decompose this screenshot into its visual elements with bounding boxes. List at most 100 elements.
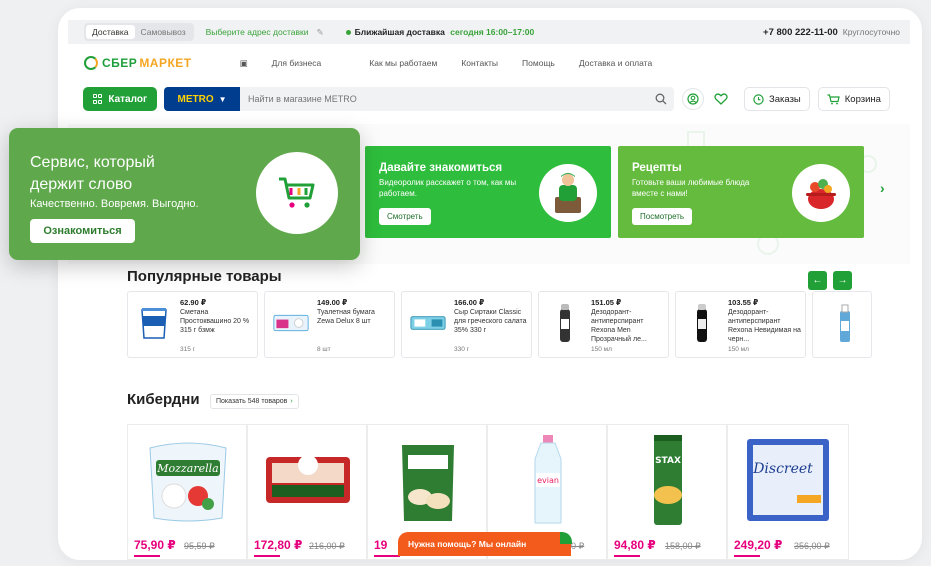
courier-illustration: [539, 164, 597, 222]
tab-pickup[interactable]: Самовывоз: [135, 25, 192, 39]
svg-text:Discreet: Discreet: [752, 461, 813, 477]
deal-old-price: 95,59 ₽: [184, 541, 215, 551]
nav-item-delivery-payment[interactable]: Доставка и оплата: [579, 58, 652, 69]
sbermarket-logo[interactable]: СБЕР МАРКЕТ: [84, 56, 192, 70]
search-input[interactable]: [240, 87, 648, 111]
product-image-sausage: [258, 433, 358, 527]
chevron-down-icon: ▼: [218, 94, 227, 104]
product-name: Дезодорант-антиперспирант Rexona Men Про…: [591, 309, 647, 343]
product-card[interactable]: 103.55 ₽ Дезодорант-антиперспирант Rexon…: [675, 291, 806, 358]
product-qty: 8 шт: [317, 346, 331, 353]
nav-item-business[interactable]: ▣ Для бизнеса: [240, 58, 346, 69]
product-price: 166.00 ₽: [454, 298, 485, 307]
product-name: Сметана Простоквашино 20 % 315 г бзмж: [180, 309, 250, 334]
banner-text: Видеоролик расскажет о том, как мы работ…: [379, 178, 517, 198]
cart-button[interactable]: Корзина: [817, 87, 890, 111]
banner-text: Готовьте ваши любимые блюда вместе с нам…: [632, 178, 750, 198]
deal-old-price: 216,00 ₽: [309, 541, 345, 551]
product-qty: 150 мл: [728, 346, 749, 353]
nearest-delivery: Ближайшая доставка сегодня 16:00–17:00: [355, 27, 535, 37]
clock-icon: [753, 93, 764, 105]
cart-label: Корзина: [844, 93, 881, 105]
promo-title: Сервис, который держит слово: [30, 154, 155, 193]
phone-number[interactable]: +7 800 222-11-00: [763, 27, 838, 38]
deal-old-price: 356,00 ₽: [794, 541, 830, 551]
product-image: [547, 304, 583, 342]
chevron-right-icon: ›: [290, 398, 293, 405]
svg-text:Mozzarella: Mozzarella: [156, 462, 218, 475]
page: Доставка Самовывоз Выберите адрес достав…: [68, 20, 910, 560]
nav-item-how-we-work[interactable]: Как мы работаем: [369, 58, 437, 69]
product-price: 151.05 ₽: [591, 298, 622, 307]
search-icon[interactable]: [648, 87, 674, 111]
nearest-delivery-label: Ближайшая доставка: [354, 27, 445, 37]
product-card[interactable]: 62.90 ₽ Сметана Простоквашино 20 % 315 г…: [127, 291, 258, 358]
profile-icon[interactable]: [682, 88, 704, 110]
orders-button[interactable]: Заказы: [744, 87, 810, 111]
view-button[interactable]: Посмотреть: [632, 208, 693, 225]
logo-text-market: МАРКЕТ: [139, 56, 192, 70]
briefcase-icon: ▣: [239, 57, 248, 68]
top-info-bar: Доставка Самовывоз Выберите адрес достав…: [68, 20, 910, 44]
grid-icon: [92, 94, 103, 104]
banner-recipes[interactable]: Рецепты Готовьте ваши любимые блюда вмес…: [618, 146, 864, 238]
arrow-left-icon[interactable]: ←: [808, 271, 827, 290]
discount-bar: [134, 555, 160, 557]
sber-logo-icon: [84, 56, 98, 70]
product-image: [136, 304, 172, 342]
top-nav: ▣ Для бизнеса Как мы работаем Контакты По…: [240, 58, 677, 69]
help-chat-button[interactable]: Нужна помощь? Мы онлайн: [398, 532, 571, 556]
product-card[interactable]: 166.00 ₽ Сыр Сиртаки Classic для греческ…: [401, 291, 532, 358]
product-card-partial[interactable]: [812, 291, 872, 358]
chevron-right-icon[interactable]: ›: [880, 180, 885, 196]
browser-frame: Доставка Самовывоз Выберите адрес достав…: [58, 8, 922, 560]
product-name: Туалетная бумага Zewa Delux 8 шт: [317, 309, 375, 325]
product-name: Сыр Сиртаки Classic для греческого салат…: [454, 309, 527, 334]
catalog-label: Каталог: [108, 93, 148, 105]
cart-illustration: [256, 152, 338, 234]
product-image-evian: evian: [498, 433, 598, 527]
status-dot-icon: [345, 29, 351, 35]
product-card[interactable]: 151.05 ₽ Дезодорант-антиперспирант Rexon…: [538, 291, 669, 358]
choose-address-link[interactable]: Выберите адрес доставки: [206, 27, 309, 37]
deal-card[interactable]: STAX 94,80 ₽ 158,00 ₽: [607, 424, 727, 560]
product-qty: 330 г: [454, 346, 470, 353]
arrow-right-icon[interactable]: →: [833, 271, 852, 290]
promo-subtitle: Качественно. Вовремя. Выгодно.: [30, 198, 199, 210]
store-name: METRO: [177, 93, 214, 105]
product-name: Дезодорант-антиперспирант Rexona Невидим…: [728, 309, 801, 343]
nav-item-help[interactable]: Помощь: [522, 58, 555, 69]
store-selector[interactable]: METRO ▼: [164, 87, 240, 111]
nav-item-contacts[interactable]: Контакты: [461, 58, 498, 69]
learn-more-button[interactable]: Ознакомиться: [30, 219, 135, 243]
product-qty: 315 г: [180, 346, 196, 353]
watch-button[interactable]: Смотреть: [379, 208, 431, 225]
deal-price: 172,80 ₽: [254, 538, 303, 552]
deal-card[interactable]: Discreet 249,20 ₽ 356,00 ₽: [727, 424, 849, 560]
search-bar: METRO ▼: [164, 87, 674, 111]
kiberdni-title: Кибердни: [127, 391, 200, 408]
deal-card[interactable]: 172,80 ₽ 216,00 ₽: [247, 424, 367, 560]
discount-bar: [614, 555, 640, 557]
catalog-button[interactable]: Каталог: [83, 87, 157, 111]
discount-bar: [254, 555, 280, 557]
svg-text:evian: evian: [537, 476, 559, 485]
header-nav-row: СБЕР МАРКЕТ ▣ Для бизнеса Как мы работаем…: [68, 52, 910, 74]
product-card[interactable]: 149.00 ₽ Туалетная бумага Zewa Delux 8 ш…: [264, 291, 395, 358]
logo-text-sber: СБЕР: [102, 56, 138, 70]
search-row: Каталог METRO ▼ Заказы: [68, 86, 910, 112]
hours-label: Круглосуточно: [842, 27, 900, 37]
deal-card[interactable]: Mozzarella 75,90 ₽ 95,59 ₽: [127, 424, 247, 560]
deal-price: 75,90 ₽: [134, 538, 176, 552]
banner-about[interactable]: Давайте знакомиться Видеоролик расскажет…: [365, 146, 611, 238]
tab-delivery[interactable]: Доставка: [86, 25, 135, 39]
pencil-icon[interactable]: ✎: [316, 27, 323, 38]
cart-icon: [827, 93, 840, 104]
show-products-button[interactable]: Показать 548 товаров ›: [210, 394, 299, 409]
heart-icon[interactable]: [710, 88, 732, 110]
shopping-cart-icon: [279, 177, 315, 208]
promo-card: Сервис, который держит слово Качественно…: [9, 128, 360, 260]
product-price: 62.90 ₽: [180, 298, 207, 307]
deal-price: 249,20 ₽: [734, 538, 783, 552]
product-image-dumplings: [378, 433, 478, 527]
